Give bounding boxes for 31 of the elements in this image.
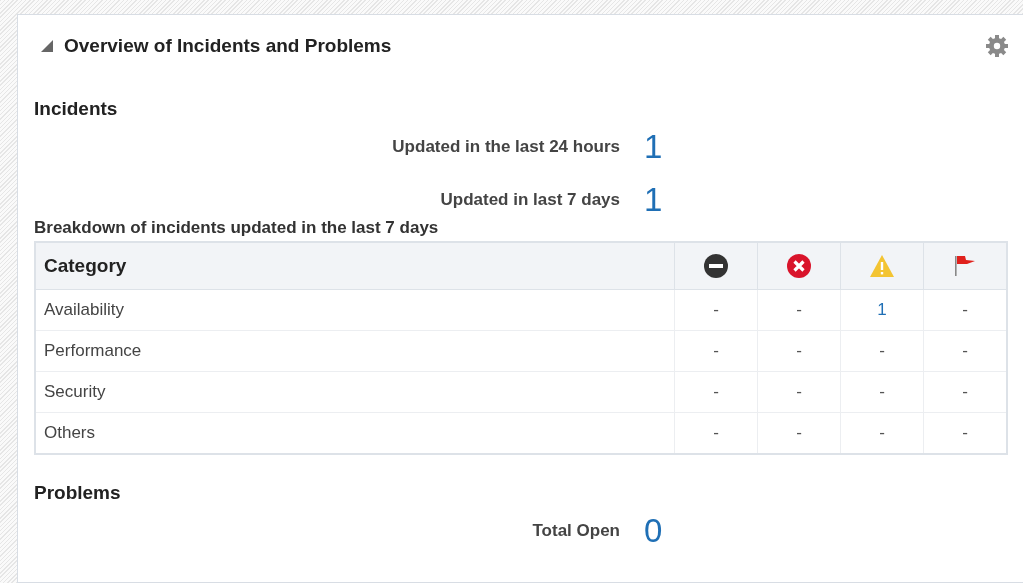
- table-cell: -: [674, 371, 758, 413]
- category-cell: Performance: [35, 330, 675, 372]
- table-cell: -: [840, 371, 924, 413]
- flag-icon: [953, 254, 977, 278]
- category-cell: Availability: [35, 289, 675, 331]
- section-heading: Incidents: [34, 98, 119, 120]
- warning-icon: [869, 254, 895, 278]
- settings-icon: [985, 34, 1009, 58]
- stat-label: Updated in last 7 days: [439, 189, 620, 210]
- table-cell: -: [674, 289, 758, 331]
- table-cell: -: [674, 330, 758, 372]
- stat-count-link[interactable]: 1: [644, 127, 663, 166]
- table-cell: -: [840, 330, 924, 372]
- panel-title: Overview of Incidents and Problems: [64, 35, 393, 57]
- table-cell: -: [757, 330, 841, 372]
- collapse-toggle[interactable]: [40, 39, 54, 53]
- stat-count-link[interactable]: 0: [644, 511, 663, 550]
- stat-label: Updated in the last 24 hours: [391, 136, 620, 157]
- table-cell: -: [757, 371, 841, 413]
- minus-circle-icon: [704, 254, 728, 278]
- column-header: Category: [35, 242, 675, 290]
- category-cell: Security: [35, 371, 675, 413]
- x-circle-icon: [787, 254, 811, 278]
- triangle-icon: [40, 39, 54, 53]
- breakdown-caption: Breakdown of incidents updated in the last 7 days: [34, 218, 440, 238]
- count-link[interactable]: 1: [877, 300, 887, 319]
- settings-button[interactable]: [985, 34, 1009, 58]
- stat-count-link[interactable]: 1: [644, 180, 663, 219]
- table-cell: -: [757, 289, 841, 331]
- stat-label: Total Open: [531, 520, 620, 541]
- section-heading: Problems: [34, 482, 122, 504]
